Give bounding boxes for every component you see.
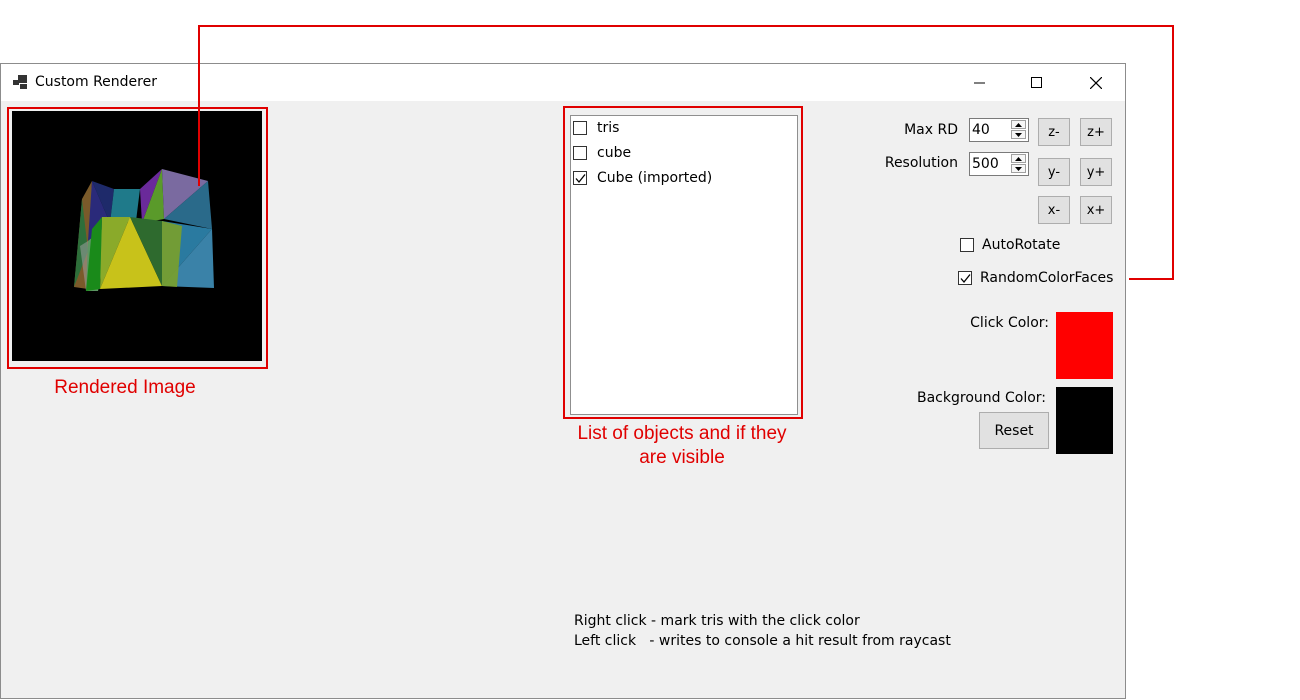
- click-color-label: Click Color:: [970, 315, 1049, 331]
- maximize-button[interactable]: [1014, 64, 1060, 101]
- autorotate-checkbox[interactable]: [960, 238, 974, 252]
- stepper-up-button[interactable]: [1011, 154, 1026, 163]
- maximize-icon: [1031, 76, 1042, 88]
- window-title: Custom Renderer: [35, 74, 157, 90]
- x-minus-button[interactable]: x-: [1038, 196, 1070, 224]
- autorotate-toggle[interactable]: AutoRotate: [960, 237, 1060, 253]
- random-color-faces-checkbox[interactable]: [958, 271, 972, 285]
- object-list-annotation-line2: are visible: [639, 447, 725, 468]
- right-click-hint: Right click - mark tris with the click c…: [574, 613, 860, 629]
- object-list-annotation-line1: List of objects and if they: [577, 423, 787, 444]
- resolution-stepper[interactable]: 500: [969, 152, 1029, 176]
- click-color-swatch[interactable]: [1056, 312, 1113, 379]
- max-rd-label: Max RD: [904, 122, 958, 138]
- reset-button[interactable]: Reset: [979, 412, 1049, 449]
- z-minus-button[interactable]: z-: [1038, 118, 1070, 146]
- max-rd-value[interactable]: 40: [972, 122, 990, 138]
- caret-down-icon: [1015, 166, 1022, 171]
- close-button[interactable]: [1073, 64, 1119, 101]
- random-color-faces-label: RandomColorFaces: [980, 270, 1114, 286]
- rendered-image-highlight: [7, 107, 268, 369]
- z-plus-button[interactable]: z+: [1080, 118, 1112, 146]
- autorotate-label: AutoRotate: [982, 237, 1061, 253]
- checkmark-icon: [960, 274, 971, 284]
- title-bar: Custom Renderer: [1, 64, 1125, 101]
- minimize-button[interactable]: [957, 64, 1003, 101]
- resolution-label: Resolution: [884, 155, 958, 171]
- stepper-down-button[interactable]: [1011, 130, 1026, 139]
- minimize-icon: [974, 82, 985, 83]
- stepper-down-button[interactable]: [1011, 164, 1026, 173]
- background-color-swatch[interactable]: [1056, 387, 1113, 454]
- caret-up-icon: [1015, 122, 1022, 127]
- random-color-faces-toggle[interactable]: RandomColorFaces: [958, 270, 1113, 286]
- y-minus-button[interactable]: y-: [1038, 158, 1070, 186]
- x-plus-button[interactable]: x+: [1080, 196, 1112, 224]
- caret-down-icon: [1015, 132, 1022, 137]
- close-icon: [1090, 76, 1102, 89]
- stepper-up-button[interactable]: [1011, 120, 1026, 129]
- left-click-hint: Left click - writes to console a hit res…: [574, 633, 951, 649]
- resolution-value[interactable]: 500: [972, 156, 999, 172]
- app-windows-icon: [13, 75, 27, 89]
- rendered-image-annotation: Rendered Image: [54, 377, 196, 398]
- max-rd-stepper[interactable]: 40: [969, 118, 1029, 142]
- background-color-label: Background Color:: [917, 390, 1046, 406]
- object-list-highlight: [563, 106, 803, 419]
- y-plus-button[interactable]: y+: [1080, 158, 1112, 186]
- caret-up-icon: [1015, 156, 1022, 161]
